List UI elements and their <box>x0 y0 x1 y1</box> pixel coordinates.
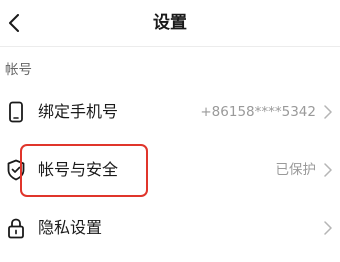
shield-icon <box>7 159 25 181</box>
chevron-right-icon <box>324 221 332 235</box>
settings-row-privacy[interactable]: 隐私设置 <box>0 206 340 250</box>
settings-row-bind-phone[interactable]: 绑定手机号 +86158****5342 <box>0 90 340 134</box>
row-label: 隐私设置 <box>38 218 103 237</box>
row-label: 帐号与安全 <box>38 160 119 179</box>
nav-bar: 设置 <box>0 0 340 46</box>
chevron-right-icon <box>324 163 332 177</box>
row-value-phone-number: +86158****5342 <box>200 104 316 120</box>
lock-icon <box>8 218 24 239</box>
header-divider <box>0 46 340 47</box>
page-title: 设置 <box>153 13 187 33</box>
chevron-right-icon <box>324 105 332 119</box>
phone-icon <box>9 101 23 123</box>
settings-screen: 设置 帐号 绑定手机号 +86158****5342 帐号与安全 已保护 隐私设… <box>0 0 340 262</box>
row-value-protection-status: 已保护 <box>275 162 317 178</box>
row-label: 绑定手机号 <box>38 102 119 121</box>
section-header-account: 帐号 <box>5 62 32 78</box>
settings-row-account-security[interactable]: 帐号与安全 已保护 <box>0 148 340 192</box>
